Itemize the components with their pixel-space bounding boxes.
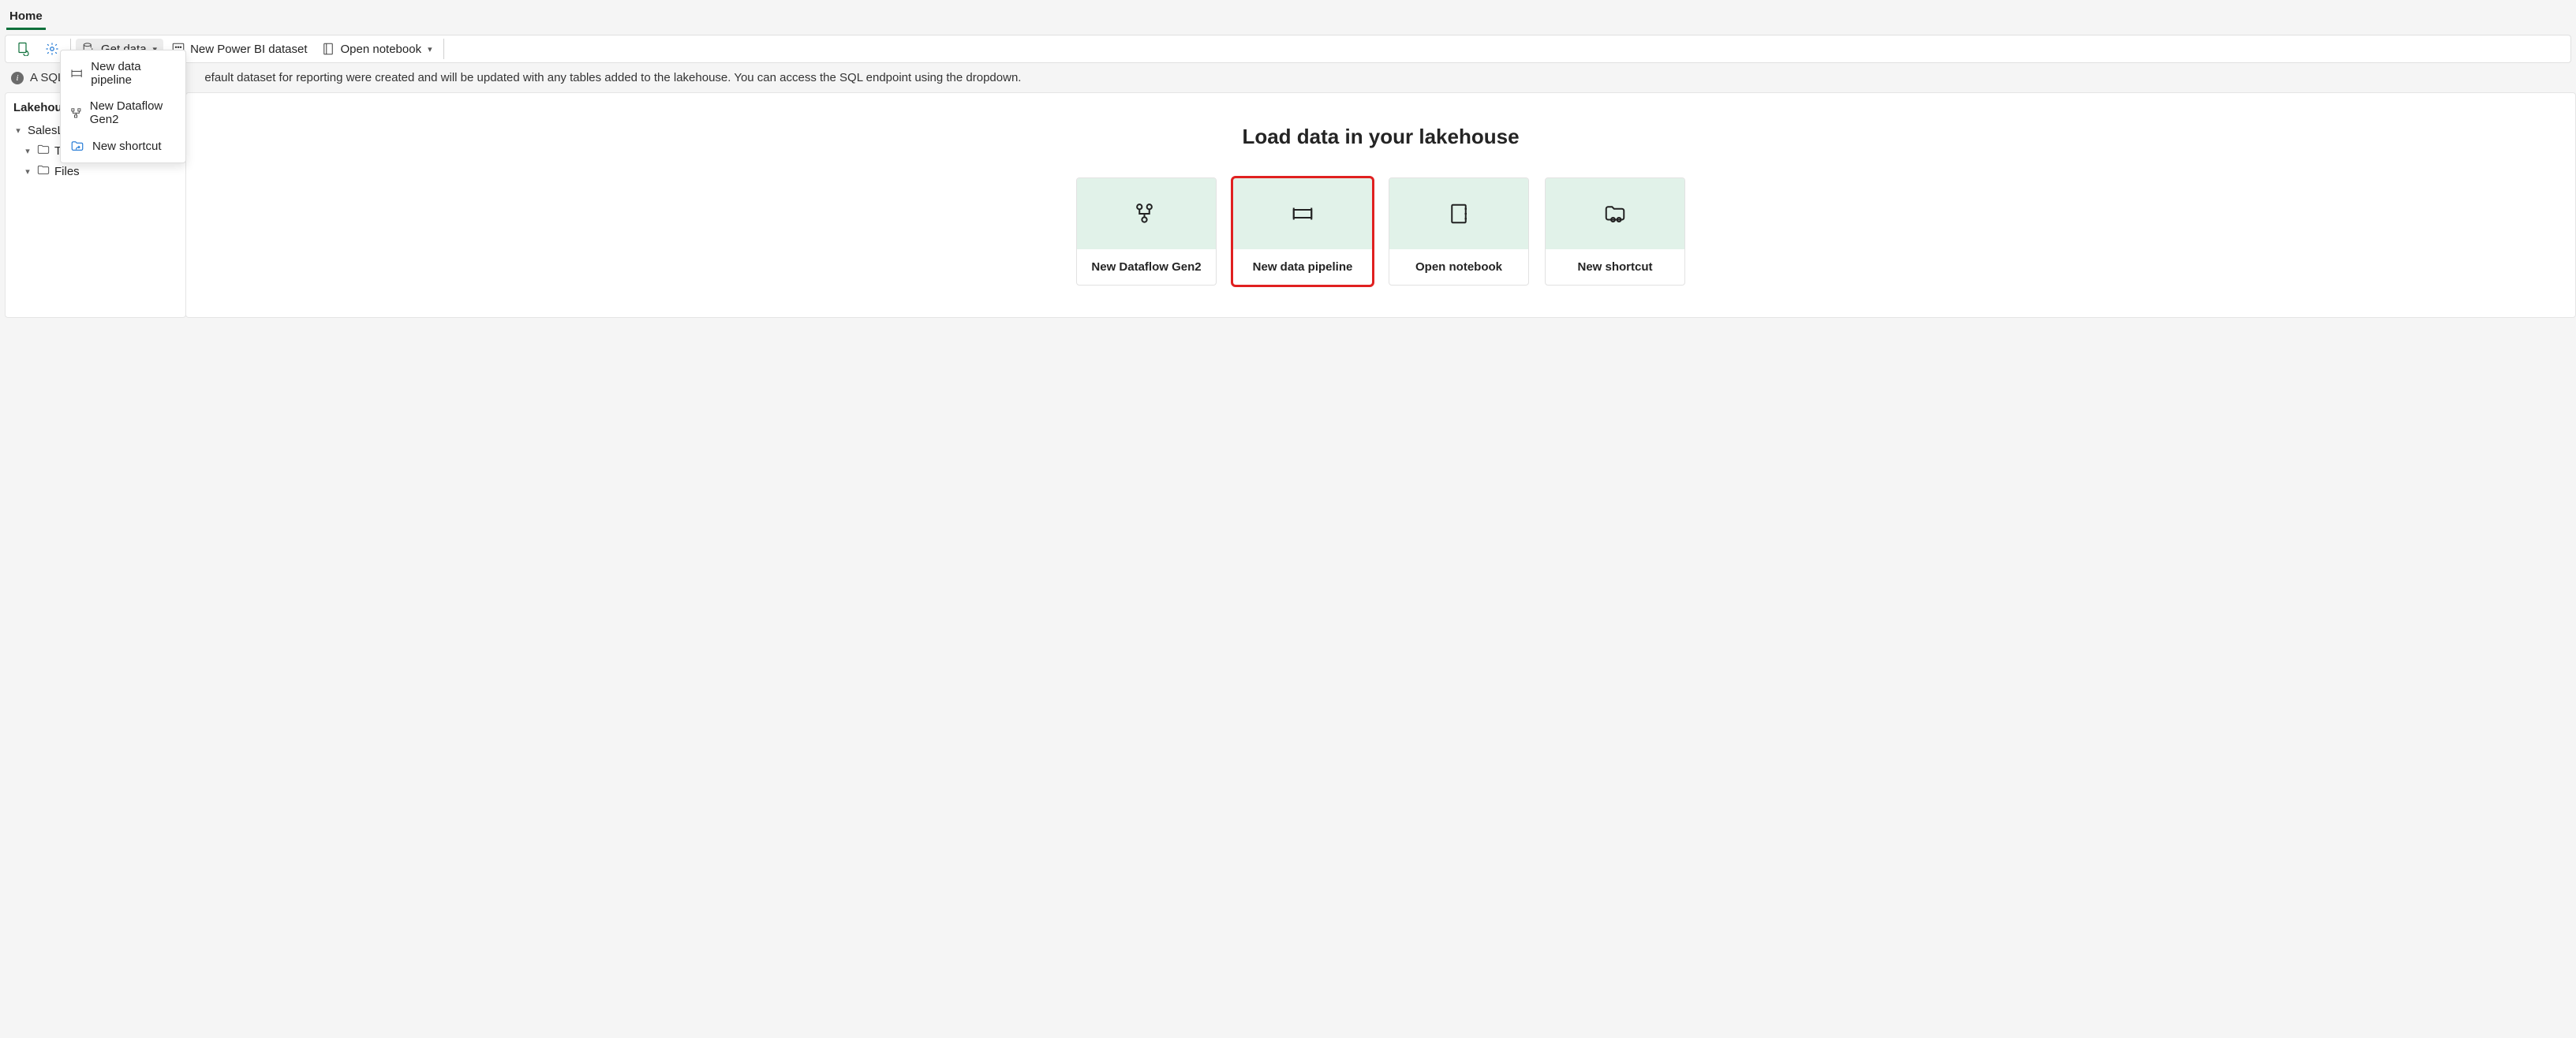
gear-icon <box>45 42 59 56</box>
pipeline-icon <box>70 66 83 80</box>
page-refresh-icon <box>17 42 31 56</box>
info-icon: i <box>11 72 24 84</box>
menu-item-new-shortcut[interactable]: New shortcut <box>61 133 185 159</box>
toolbar: Get data ▾ New Power BI dataset Open not… <box>5 35 2571 63</box>
main-panel: Load data in your lakehouse New Dataflow… <box>185 92 2576 318</box>
pipeline-icon <box>1291 202 1314 226</box>
open-notebook-button[interactable]: Open notebook ▾ <box>315 39 438 59</box>
card-new-shortcut[interactable]: New shortcut <box>1545 177 1685 286</box>
new-dataset-label: New Power BI dataset <box>190 43 307 56</box>
chevron-down-icon: ▾ <box>428 44 432 54</box>
card-new-dataflow-gen2[interactable]: New Dataflow Gen2 <box>1076 177 1217 286</box>
chevron-down-icon: ▾ <box>13 125 23 136</box>
tab-bar: Home <box>0 0 2576 32</box>
new-powerbi-dataset-button[interactable]: New Power BI dataset <box>165 39 313 59</box>
get-data-menu: New data pipeline New Dataflow Gen2 New … <box>60 50 186 163</box>
menu-item-new-dataflow-gen2[interactable]: New Dataflow Gen2 <box>61 93 185 133</box>
shortcut-folder-icon <box>1603 202 1627 226</box>
shortcut-folder-icon <box>70 139 84 153</box>
main-heading: Load data in your lakehouse <box>1242 125 1519 149</box>
folder-icon <box>37 164 50 178</box>
notebook-icon <box>1447 202 1471 226</box>
folder-icon <box>37 144 50 158</box>
menu-item-label: New shortcut <box>92 140 162 153</box>
card-new-data-pipeline[interactable]: New data pipeline <box>1232 177 1373 286</box>
card-label: New Dataflow Gen2 <box>1077 249 1216 285</box>
card-open-notebook[interactable]: Open notebook <box>1389 177 1529 286</box>
menu-item-new-data-pipeline[interactable]: New data pipeline <box>61 54 185 93</box>
open-notebook-label: Open notebook <box>340 43 421 56</box>
dataflow-icon <box>1135 202 1158 226</box>
tab-home[interactable]: Home <box>6 6 46 30</box>
new-page-button[interactable] <box>10 39 37 59</box>
dataflow-icon <box>70 106 82 120</box>
menu-item-label: New data pipeline <box>91 60 176 87</box>
info-bar: i A SQL e efault dataset for reporting w… <box>0 63 2576 92</box>
toolbar-divider <box>443 39 444 59</box>
chevron-down-icon: ▾ <box>23 166 32 177</box>
chevron-down-icon: ▾ <box>23 146 32 156</box>
card-label: New data pipeline <box>1233 249 1372 285</box>
info-text-suffix: efault dataset for reporting were create… <box>204 71 1021 84</box>
card-label: New shortcut <box>1546 249 1684 285</box>
tree-node-files[interactable]: ▾ Files <box>9 161 182 181</box>
notebook-icon <box>321 42 335 56</box>
card-label: Open notebook <box>1389 249 1528 285</box>
tree-node-label: Files <box>54 165 80 178</box>
cards-row: New Dataflow Gen2 New data pipeline <box>1076 177 1685 286</box>
menu-item-label: New Dataflow Gen2 <box>90 99 176 126</box>
